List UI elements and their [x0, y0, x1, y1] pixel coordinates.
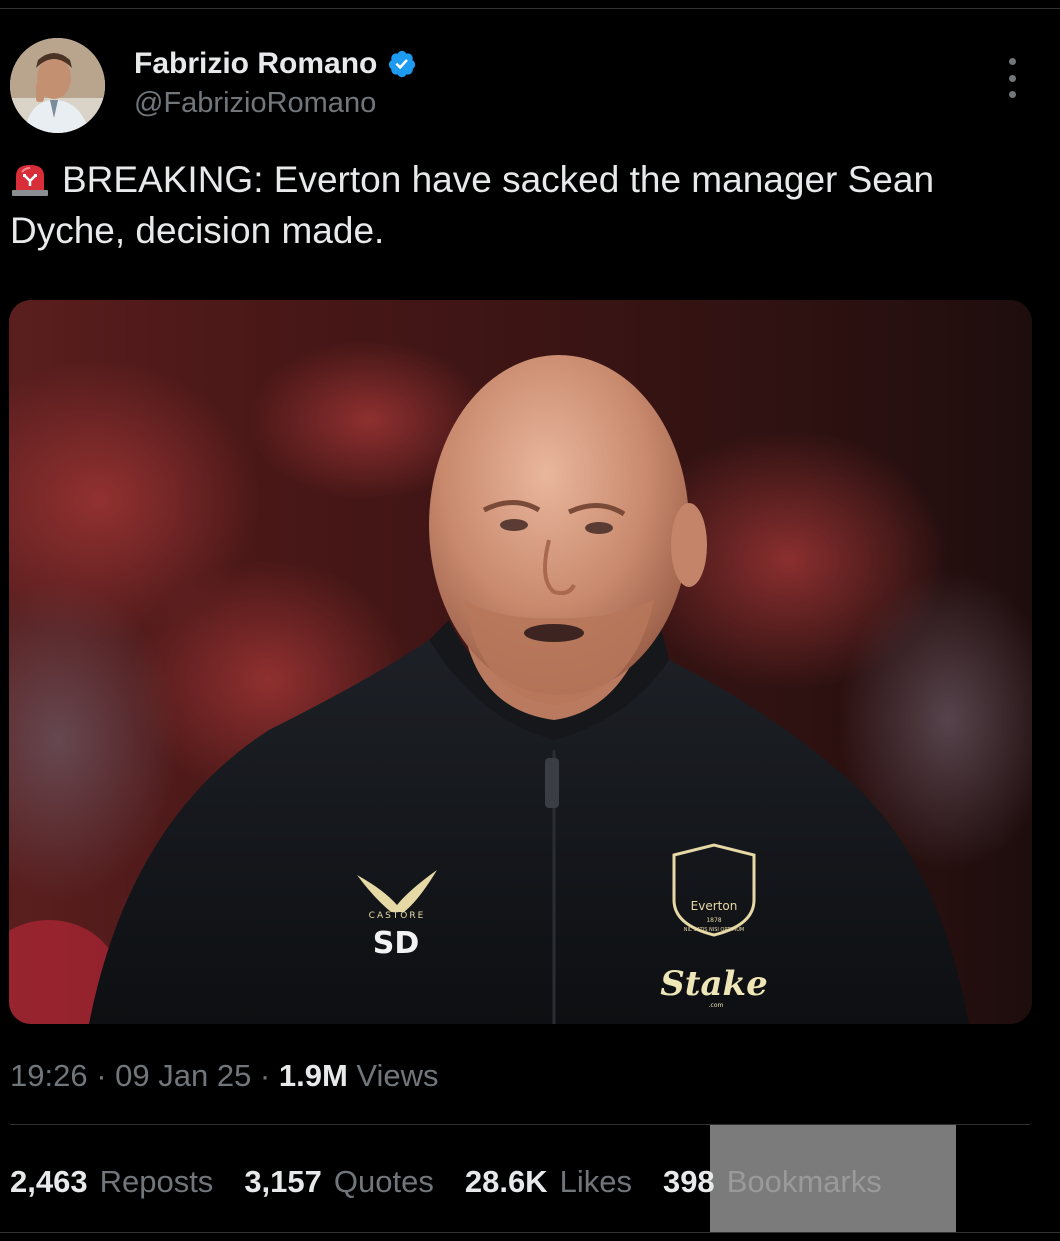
bookmarks-label: Bookmarks — [726, 1164, 882, 1199]
reposts-label: Reposts — [99, 1164, 214, 1199]
svg-text:NIL SATIS NISI OPTIMUM: NIL SATIS NISI OPTIMUM — [684, 927, 744, 933]
bookmarks-stat[interactable]: 398 Bookmarks — [663, 1160, 882, 1204]
reposts-count: 2,463 — [10, 1164, 88, 1199]
more-dot — [1008, 74, 1016, 82]
svg-text:1878: 1878 — [706, 917, 721, 924]
author-handle[interactable]: @FabrizioRomano — [134, 86, 376, 120]
avatar-image — [10, 38, 105, 133]
tweet-text: BREAKING: Everton have sacked the manage… — [10, 154, 1020, 256]
more-dot — [1008, 91, 1016, 98]
tweet-photo[interactable]: CASTORE SD Everton 1878 NIL SATIS NISI O… — [9, 300, 1032, 1024]
svg-text:SD: SD — [373, 926, 420, 961]
svg-text:Everton: Everton — [691, 899, 738, 913]
engagement-stats: 2,463 Reposts 3,157 Quotes 28.6K Likes 398 B… — [10, 1160, 882, 1204]
photo-sean-dyche: CASTORE SD Everton 1878 NIL SATIS NISI O… — [9, 300, 1032, 1024]
reposts-stat[interactable]: 2,463 Reposts — [10, 1160, 213, 1204]
tweet-body: BREAKING: Everton have sacked the manage… — [10, 159, 935, 251]
meta-separator: · — [251, 1058, 279, 1093]
tweet-time[interactable]: 19:26 — [10, 1058, 88, 1093]
quotes-count: 3,157 — [244, 1164, 322, 1199]
likes-count: 28.6K — [464, 1164, 548, 1199]
likes-label: Likes — [559, 1164, 632, 1199]
more-dot — [1008, 58, 1016, 65]
views-count: 1.9M — [278, 1058, 348, 1093]
top-divider — [0, 8, 1060, 9]
views-label: Views — [356, 1058, 439, 1093]
bottom-divider — [0, 1232, 1060, 1233]
more-options-icon[interactable] — [1000, 58, 1024, 98]
quotes-label: Quotes — [333, 1164, 434, 1199]
verified-badge-icon — [389, 50, 416, 78]
svg-text:.com: .com — [709, 1002, 724, 1009]
avatar[interactable] — [10, 38, 105, 133]
bookmarks-count: 398 — [662, 1164, 715, 1199]
display-name[interactable]: Fabrizio Romano — [134, 46, 417, 82]
quotes-stat[interactable]: 3,157 Quotes — [244, 1160, 434, 1204]
likes-stat[interactable]: 28.6K Likes — [465, 1160, 632, 1204]
meta-separator: · — [87, 1058, 116, 1093]
siren-icon — [12, 165, 48, 196]
display-name-text: Fabrizio Romano — [134, 47, 378, 80]
svg-text:Stake: Stake — [660, 964, 767, 1004]
tweet-meta: 19:26 · 09 Jan 25 · 1.9M Views — [10, 1056, 439, 1096]
svg-text:CASTORE: CASTORE — [369, 911, 426, 921]
tweet-date[interactable]: 09 Jan 25 — [115, 1058, 251, 1093]
